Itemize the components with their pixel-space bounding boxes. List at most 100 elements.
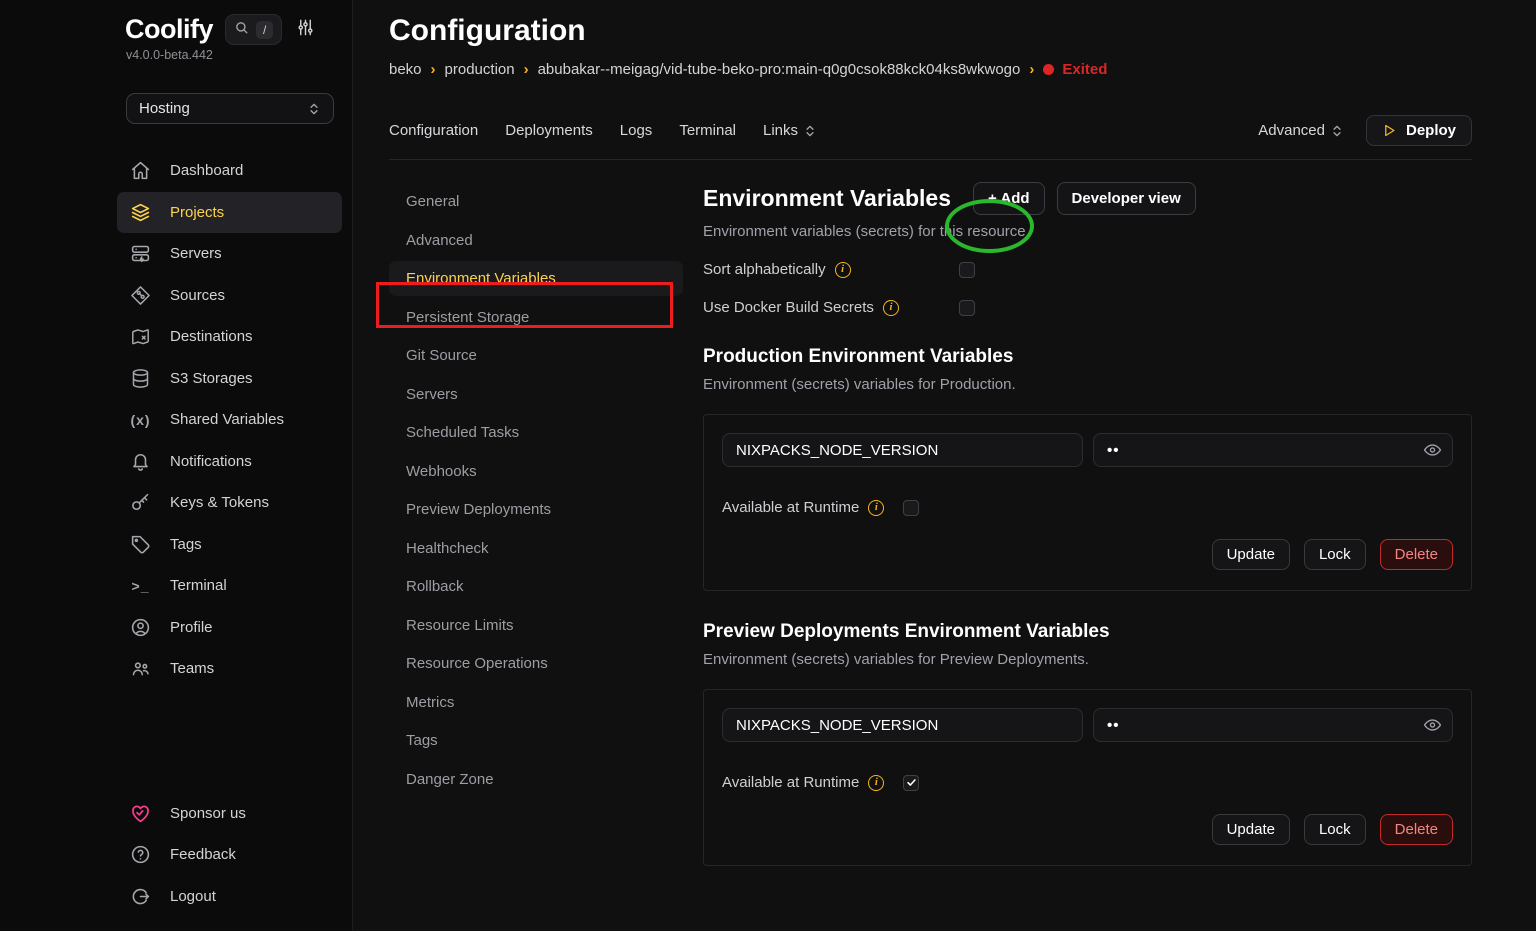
subnav-rollback[interactable]: Rollback <box>389 569 683 604</box>
sidebar-item-projects[interactable]: Projects <box>117 192 342 234</box>
subnav-preview-deployments[interactable]: Preview Deployments <box>389 492 683 527</box>
team-select-value: Hosting <box>139 100 190 117</box>
help-circle-icon <box>130 844 151 865</box>
sidebar-item-label: Sources <box>170 287 225 304</box>
sidebar-item-tags[interactable]: Tags <box>117 524 342 566</box>
env-variable-card-preview: Available at Runtime i Update Lock Delet… <box>703 689 1472 866</box>
reveal-value-button[interactable] <box>1423 441 1442 460</box>
breadcrumb-environment[interactable]: production <box>445 61 515 78</box>
sidebar-item-terminal[interactable]: >_ Terminal <box>117 565 342 607</box>
advanced-dropdown[interactable]: Advanced <box>1258 122 1344 139</box>
subnav-tags[interactable]: Tags <box>389 723 683 758</box>
subnav-healthcheck[interactable]: Healthcheck <box>389 531 683 566</box>
update-button[interactable]: Update <box>1212 539 1290 570</box>
subnav-advanced[interactable]: Advanced <box>389 223 683 258</box>
sidebar-item-destinations[interactable]: Destinations <box>117 316 342 358</box>
sidebar-item-logout[interactable]: Logout <box>117 876 342 918</box>
play-icon <box>1382 123 1397 138</box>
delete-button[interactable]: Delete <box>1380 539 1453 570</box>
sidebar-footer: Sponsor us Feedback Logout <box>117 793 342 918</box>
breadcrumb-resource[interactable]: abubakar--meigag/vid-tube-beko-pro:main-… <box>538 61 1021 78</box>
lock-button[interactable]: Lock <box>1304 814 1366 845</box>
layers-icon <box>130 202 151 223</box>
info-icon: i <box>868 500 884 516</box>
tab-configuration[interactable]: Configuration <box>389 122 478 139</box>
sliders-icon <box>296 24 315 41</box>
update-button[interactable]: Update <box>1212 814 1290 845</box>
tab-deployments[interactable]: Deployments <box>505 122 593 139</box>
sidebar-item-label: Dashboard <box>170 162 243 179</box>
sidebar-item-teams[interactable]: Teams <box>117 648 342 690</box>
logout-icon <box>130 886 151 907</box>
subnav-general[interactable]: General <box>389 184 683 219</box>
subnav-servers[interactable]: Servers <box>389 377 683 412</box>
sidebar-item-label: Terminal <box>170 577 227 594</box>
variable-value-input[interactable] <box>1093 433 1453 467</box>
sidebar-item-label: S3 Storages <box>170 370 253 387</box>
environment-variables-panel: Environment Variables + Add Developer vi… <box>703 160 1472 931</box>
subnav-scheduled-tasks[interactable]: Scheduled Tasks <box>389 415 683 450</box>
breadcrumb-team[interactable]: beko <box>389 61 422 78</box>
sidebar-item-label: Destinations <box>170 328 253 345</box>
map-icon <box>130 326 151 347</box>
terminal-icon: >_ <box>130 575 151 596</box>
chevron-right-icon: › <box>1029 61 1034 78</box>
variable-name-input[interactable] <box>722 433 1083 467</box>
search-button[interactable]: / <box>225 14 282 45</box>
subnav-resource-limits[interactable]: Resource Limits <box>389 608 683 643</box>
developer-view-button[interactable]: Developer view <box>1057 182 1196 215</box>
subnav-resource-operations[interactable]: Resource Operations <box>389 646 683 681</box>
sidebar-item-label: Projects <box>170 204 224 221</box>
tab-terminal[interactable]: Terminal <box>679 122 736 139</box>
sidebar-item-servers[interactable]: Servers <box>117 233 342 275</box>
tab-logs[interactable]: Logs <box>620 122 653 139</box>
team-select[interactable]: Hosting <box>126 93 334 124</box>
sidebar-item-sources[interactable]: Sources <box>117 275 342 317</box>
subnav-webhooks[interactable]: Webhooks <box>389 454 683 489</box>
tab-links[interactable]: Links <box>763 122 817 139</box>
lock-button[interactable]: Lock <box>1304 539 1366 570</box>
subnav-git-source[interactable]: Git Source <box>389 338 683 373</box>
docker-build-secrets-checkbox[interactable] <box>959 300 975 316</box>
status-badge: Exited <box>1043 61 1107 78</box>
sidebar-item-shared-variables[interactable]: (x) Shared Variables <box>117 399 342 441</box>
preview-section-subtitle: Environment (secrets) variables for Prev… <box>703 651 1472 668</box>
subnav-danger-zone[interactable]: Danger Zone <box>389 762 683 797</box>
variable-value-input[interactable] <box>1093 708 1453 742</box>
deploy-button[interactable]: Deploy <box>1366 115 1472 146</box>
sidebar-item-label: Shared Variables <box>170 411 284 428</box>
bell-icon <box>130 451 151 472</box>
sidebar-item-dashboard[interactable]: Dashboard <box>117 150 342 192</box>
user-circle-icon <box>130 617 151 638</box>
production-section-title: Production Environment Variables <box>703 346 1472 368</box>
sidebar-item-keys-tokens[interactable]: Keys & Tokens <box>117 482 342 524</box>
status-dot-icon <box>1043 64 1054 75</box>
configuration-subnav: General Advanced Environment Variables P… <box>389 160 703 931</box>
subnav-metrics[interactable]: Metrics <box>389 685 683 720</box>
variable-name-input[interactable] <box>722 708 1083 742</box>
breadcrumb: beko › production › abubakar--meigag/vid… <box>389 61 1472 78</box>
status-label: Exited <box>1062 61 1107 78</box>
delete-button[interactable]: Delete <box>1380 814 1453 845</box>
sort-alphabetically-checkbox[interactable] <box>959 262 975 278</box>
home-icon <box>130 160 151 181</box>
sidebar-item-profile[interactable]: Profile <box>117 607 342 649</box>
add-variable-button[interactable]: + Add <box>973 182 1045 215</box>
sidebar-item-sponsor[interactable]: Sponsor us <box>117 793 342 835</box>
tag-icon <box>130 534 151 555</box>
sidebar-item-label: Teams <box>170 660 214 677</box>
available-at-runtime-checkbox[interactable] <box>903 500 919 516</box>
sidebar-item-s3-storages[interactable]: S3 Storages <box>117 358 342 400</box>
subnav-persistent-storage[interactable]: Persistent Storage <box>389 300 683 335</box>
available-at-runtime-row: Available at Runtime i <box>722 499 1453 516</box>
sidebar-item-feedback[interactable]: Feedback <box>117 834 342 876</box>
sidebar-nav: Dashboard Projects Servers Sources Desti… <box>117 150 342 690</box>
database-icon <box>130 368 151 389</box>
filters-button[interactable] <box>296 18 315 41</box>
sidebar-item-notifications[interactable]: Notifications <box>117 441 342 483</box>
server-icon <box>130 243 151 264</box>
available-at-runtime-checkbox[interactable] <box>903 775 919 791</box>
eye-icon <box>1423 716 1442 735</box>
reveal-value-button[interactable] <box>1423 716 1442 735</box>
subnav-environment-variables[interactable]: Environment Variables <box>389 261 683 296</box>
